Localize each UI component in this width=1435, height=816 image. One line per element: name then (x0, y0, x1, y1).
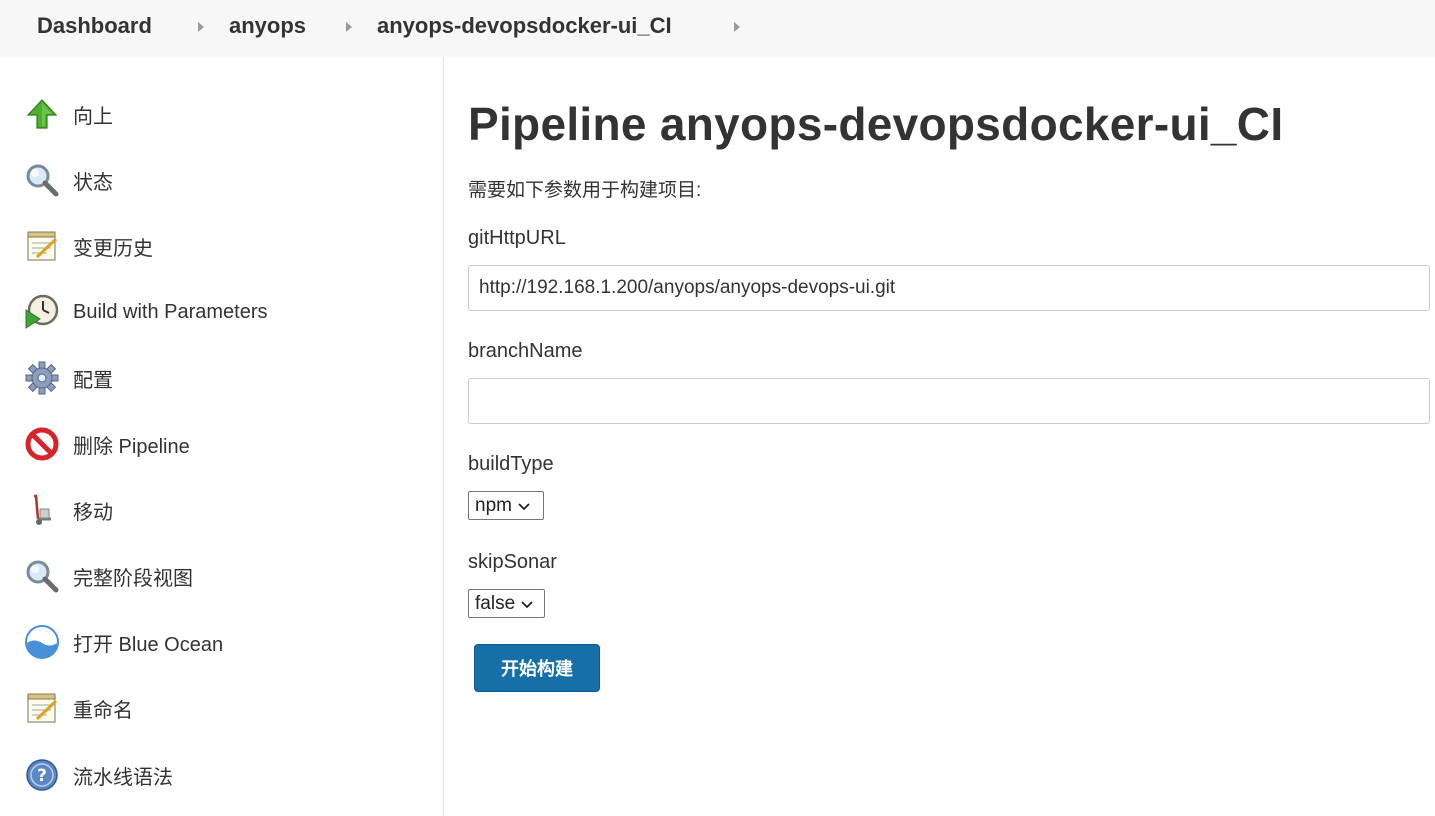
sidebar-item-rename[interactable]: 重命名 (24, 688, 424, 728)
sidebar-item-up[interactable]: 向上 (24, 94, 424, 134)
buildtype-selected-value: npm (475, 494, 512, 516)
sidebar-item-label: 流水线语法 (73, 766, 173, 789)
up-arrow-icon (24, 96, 60, 132)
sidebar-item-label: 删除 Pipeline (73, 435, 190, 458)
page-title: Pipeline anyops-devopsdocker-ui_CI (468, 98, 1284, 150)
sidebar-item-changes[interactable]: 变更历史 (24, 226, 424, 266)
breadcrumb: Dashboard anyops anyops-devopsdocker-ui_… (0, 0, 1435, 57)
sidebar-item-label: 移动 (73, 501, 113, 524)
sidebar-item-label: 状态 (73, 171, 113, 194)
sidebar-item-move[interactable]: 移动 (24, 490, 424, 530)
branchname-input[interactable] (468, 378, 1430, 424)
search-icon (24, 162, 60, 198)
sidebar-item-delete-pipeline[interactable]: 删除 Pipeline (24, 424, 424, 464)
breadcrumb-job[interactable]: anyops-devopsdocker-ui_CI (377, 13, 672, 39)
notepad-icon (24, 228, 60, 264)
help-icon: ? (24, 757, 60, 793)
param-label-branchname: branchName (468, 340, 583, 362)
sidebar: 向上 状态 变更历史 Build with Parameters 配置 删除 P… (0, 57, 444, 816)
svg-text:?: ? (37, 766, 47, 786)
sidebar-item-label: 变更历史 (73, 237, 153, 260)
parameters-description: 需要如下参数用于构建项目: (468, 180, 702, 201)
search-icon (24, 558, 60, 594)
start-build-button[interactable]: 开始构建 (474, 644, 600, 692)
breadcrumb-separator-icon (346, 22, 352, 32)
sidebar-item-label: 重命名 (73, 699, 133, 722)
skipsonar-selected-value: false (475, 592, 516, 614)
notepad-icon (24, 690, 60, 726)
param-label-buildtype: buildType (468, 453, 554, 475)
blue-ocean-icon (24, 624, 60, 660)
sidebar-item-build-with-parameters[interactable]: Build with Parameters (24, 292, 424, 332)
sidebar-item-label: 完整阶段视图 (73, 567, 193, 590)
gear-icon (24, 360, 60, 396)
skipsonar-select[interactable]: false (468, 589, 545, 618)
sidebar-item-label: 打开 Blue Ocean (73, 633, 224, 656)
sidebar-item-label: 向上 (73, 105, 113, 128)
breadcrumb-separator-icon[interactable] (734, 22, 740, 32)
githttpurl-input[interactable] (468, 265, 1430, 311)
main-content: Pipeline anyops-devopsdocker-ui_CI 需要如下参… (468, 57, 1435, 816)
sidebar-item-label: Build with Parameters (73, 300, 268, 323)
breadcrumb-dashboard[interactable]: Dashboard (37, 13, 152, 39)
sidebar-item-open-blue-ocean[interactable]: 打开 Blue Ocean (24, 622, 424, 662)
clock-play-icon (24, 294, 60, 330)
sidebar-item-pipeline-syntax[interactable]: ? 流水线语法 (24, 755, 424, 795)
sidebar-item-label: 配置 (73, 369, 113, 392)
no-entry-icon (24, 426, 60, 462)
sidebar-item-full-stage-view[interactable]: 完整阶段视图 (24, 556, 424, 596)
param-label-githttpurl: gitHttpURL (468, 227, 566, 249)
chevron-down-icon (518, 495, 530, 517)
param-label-skipsonar: skipSonar (468, 551, 557, 573)
chevron-down-icon (521, 593, 533, 615)
hand-truck-icon (24, 492, 60, 528)
breadcrumb-separator-icon (198, 22, 204, 32)
buildtype-select[interactable]: npm (468, 491, 544, 520)
sidebar-item-configure[interactable]: 配置 (24, 358, 424, 398)
breadcrumb-anyops[interactable]: anyops (229, 13, 306, 39)
sidebar-item-status[interactable]: 状态 (24, 160, 424, 200)
